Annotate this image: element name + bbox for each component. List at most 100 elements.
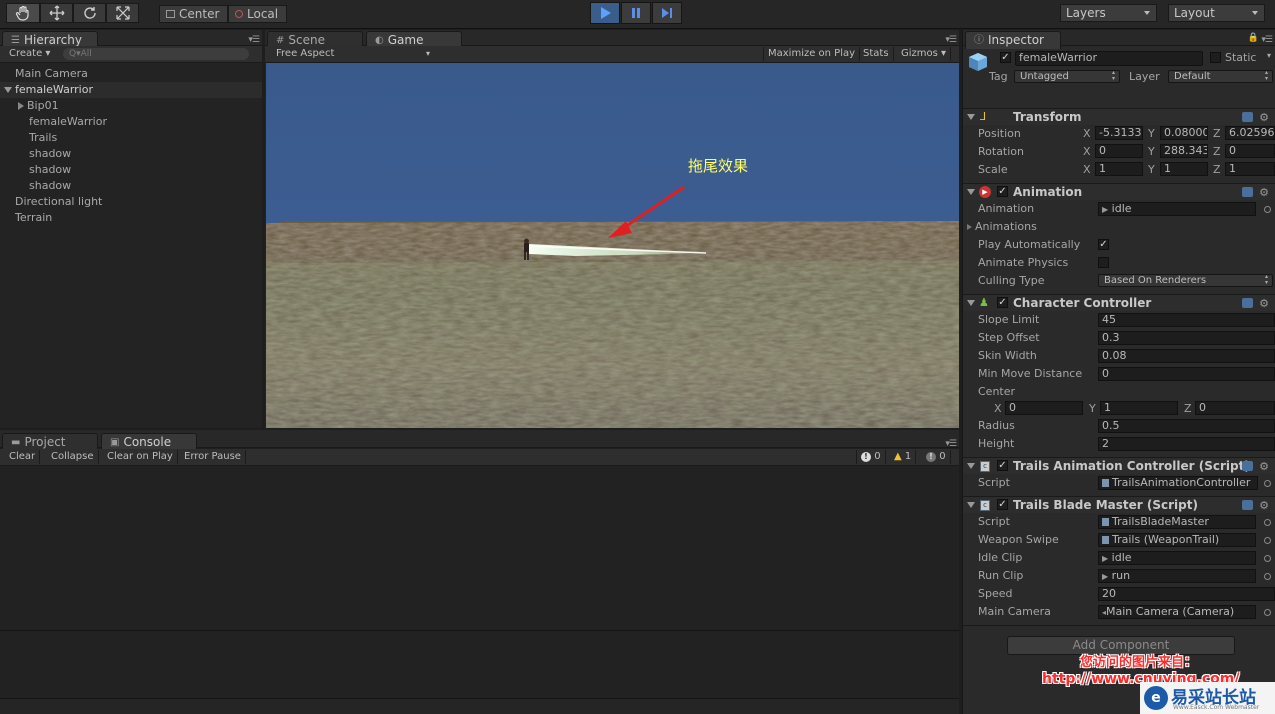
layers-dropdown[interactable]: Layers (1060, 4, 1157, 22)
stats-toggle[interactable]: Stats (859, 47, 894, 61)
play-button[interactable] (590, 2, 620, 24)
error-filter-toggle[interactable]: ! 0 (922, 450, 951, 464)
panel-menu-icon[interactable]: ▾☰ (945, 439, 957, 449)
position-z-field[interactable]: 6.02596 (1225, 126, 1275, 140)
expand-down-icon[interactable] (967, 300, 975, 306)
hierarchy-item[interactable]: Terrain (15, 210, 262, 226)
run-clip-field[interactable]: ▶ run (1098, 569, 1256, 583)
gizmos-dropdown[interactable]: Gizmos ▾ (897, 47, 952, 61)
move-tool-button[interactable] (40, 3, 73, 23)
hierarchy-item[interactable]: Main Camera (15, 66, 262, 82)
rotate-tool-button[interactable] (73, 3, 106, 23)
slope-limit-field[interactable]: 45 (1098, 313, 1275, 327)
expand-down-icon[interactable] (4, 87, 12, 93)
hierarchy-search-input[interactable]: Q▾All (63, 48, 249, 60)
pivot-center-toggle[interactable]: Center (159, 5, 228, 23)
center-x-field[interactable]: 0 (1005, 401, 1083, 415)
scale-x-field[interactable]: 1 (1095, 162, 1143, 176)
hierarchy-item[interactable]: Directional light (15, 194, 262, 210)
active-checkbox[interactable]: ✓ (1000, 52, 1011, 63)
hierarchy-item[interactable]: femaleWarrior (29, 114, 262, 130)
step-offset-field[interactable]: 0.3 (1098, 331, 1275, 345)
object-picker-icon[interactable] (1264, 519, 1271, 526)
pause-button[interactable] (621, 2, 651, 24)
main-camera-field[interactable]: ◂Main Camera (Camera) (1098, 605, 1256, 619)
expand-down-icon[interactable] (967, 463, 975, 469)
gear-icon[interactable]: ⚙ (1259, 297, 1269, 310)
help-book-icon[interactable] (1242, 500, 1253, 510)
layer-dropdown[interactable]: Default (1168, 70, 1273, 83)
culling-type-dropdown[interactable]: Based On Renderers (1098, 274, 1273, 287)
object-picker-icon[interactable] (1264, 555, 1271, 562)
hierarchy-item[interactable]: Bip01 (18, 98, 262, 114)
static-checkbox[interactable] (1210, 52, 1221, 63)
gear-icon[interactable]: ⚙ (1259, 186, 1269, 199)
trails-blade-script-field[interactable]: TrailsBladeMaster (1098, 515, 1256, 529)
height-field[interactable]: 2 (1098, 437, 1275, 451)
weapon-swipe-field[interactable]: Trails (WeaponTrail) (1098, 533, 1256, 547)
aspect-dropdown[interactable]: Free Aspect ▾ (272, 47, 432, 61)
trails-animation-controller-header[interactable]: c ✓ Trails Animation Controller (Script)… (963, 457, 1275, 474)
hierarchy-item[interactable]: shadow (29, 162, 262, 178)
rotation-z-field[interactable]: 0 (1225, 144, 1275, 158)
help-book-icon[interactable] (1242, 112, 1253, 122)
speed-field[interactable]: 20 (1098, 587, 1275, 601)
trails-blade-master-header[interactable]: c ✓ Trails Blade Master (Script) ⚙ (963, 496, 1275, 513)
animate-physics-checkbox[interactable] (1098, 257, 1109, 268)
rotation-x-field[interactable]: 0 (1095, 144, 1143, 158)
game-view[interactable]: 拖尾效果 (266, 63, 959, 428)
help-book-icon[interactable] (1242, 298, 1253, 308)
animations-foldout[interactable]: Animations (967, 219, 1037, 234)
console-log-list[interactable] (0, 466, 959, 630)
hierarchy-item-selected[interactable]: femaleWarrior (0, 82, 262, 98)
expand-down-icon[interactable] (967, 189, 975, 195)
min-move-distance-field[interactable]: 0 (1098, 367, 1275, 381)
expand-right-icon[interactable] (18, 102, 24, 110)
hierarchy-item[interactable]: Trails (29, 130, 262, 146)
step-button[interactable] (652, 2, 682, 24)
chevron-down-icon[interactable]: ▾ (1267, 51, 1271, 60)
rotation-y-field[interactable]: 288.343 (1160, 144, 1208, 158)
animation-clip-field[interactable]: ▶ idle (1098, 202, 1256, 216)
gear-icon[interactable]: ⚙ (1259, 460, 1269, 473)
scale-z-field[interactable]: 1 (1225, 162, 1275, 176)
position-x-field[interactable]: -5.3133 (1095, 126, 1143, 140)
panel-menu-icon[interactable]: ▾☰ (1261, 35, 1273, 45)
character-controller-checkbox[interactable]: ✓ (997, 297, 1008, 308)
expand-down-icon[interactable] (967, 502, 975, 508)
error-pause-toggle[interactable]: Error Pause (180, 450, 246, 464)
log-filter-toggle[interactable]: ! 0 (856, 450, 886, 464)
animation-enabled-checkbox[interactable]: ✓ (997, 186, 1008, 197)
object-picker-icon[interactable] (1264, 206, 1271, 213)
clear-button[interactable]: Clear (5, 450, 41, 464)
collapse-toggle[interactable]: Collapse (47, 450, 99, 464)
trails-animation-controller-checkbox[interactable]: ✓ (997, 460, 1008, 471)
animation-header[interactable]: ▶ ✓ Animation ⚙ (963, 183, 1275, 200)
transform-header[interactable]: ⅃ Transform ⚙ (963, 108, 1275, 125)
trails-blade-master-checkbox[interactable]: ✓ (997, 499, 1008, 510)
warning-filter-toggle[interactable]: ▲ 1 (890, 450, 917, 464)
scale-tool-button[interactable] (106, 3, 139, 23)
clear-on-play-toggle[interactable]: Clear on Play (103, 450, 178, 464)
panel-menu-icon[interactable]: ▾☰ (945, 35, 957, 45)
trails-animation-script-field[interactable]: TrailsAnimationController (1098, 476, 1258, 490)
object-picker-icon[interactable] (1264, 573, 1271, 580)
radius-field[interactable]: 0.5 (1098, 419, 1275, 433)
hierarchy-item[interactable]: shadow (29, 178, 262, 194)
panel-menu-icon[interactable]: ▾☰ (248, 35, 260, 45)
gear-icon[interactable]: ⚙ (1259, 499, 1269, 512)
object-picker-icon[interactable] (1264, 480, 1271, 487)
layout-dropdown[interactable]: Layout (1168, 4, 1265, 22)
tab-inspector[interactable]: ⓘ Inspector (965, 31, 1061, 49)
lock-icon[interactable]: 🔒 (1248, 33, 1259, 43)
idle-clip-field[interactable]: ▶ idle (1098, 551, 1256, 565)
center-y-field[interactable]: 1 (1100, 401, 1178, 415)
maximize-on-play-toggle[interactable]: Maximize on Play (763, 47, 861, 61)
skin-width-field[interactable]: 0.08 (1098, 349, 1275, 363)
object-name-field[interactable]: femaleWarrior (1015, 51, 1203, 66)
character-controller-header[interactable]: ♟ ✓ Character Controller ⚙ (963, 294, 1275, 311)
help-book-icon[interactable] (1242, 187, 1253, 197)
object-picker-icon[interactable] (1264, 609, 1271, 616)
help-book-icon[interactable] (1242, 461, 1253, 471)
center-z-field[interactable]: 0 (1195, 401, 1275, 415)
